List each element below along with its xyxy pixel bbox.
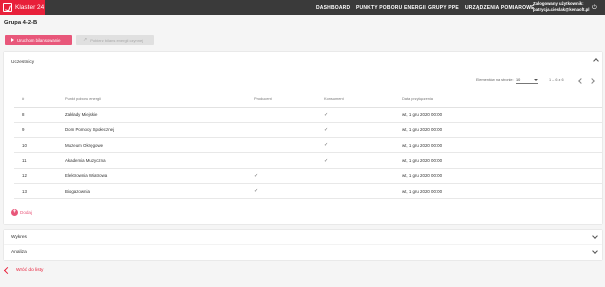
- download-balance-button[interactable]: ↗ Pobierz bilans energii czynnej: [76, 35, 154, 45]
- table-row[interactable]: 9 Dom Pomocy Społecznej ✓ wt, 1 gru 2020…: [14, 122, 602, 139]
- back-to-list-label: Wróć do listy: [16, 268, 44, 273]
- cell-date: wt, 1 gru 2020 00:00: [402, 122, 602, 139]
- cell-id: 8: [14, 107, 57, 123]
- cell-date: wt, 1 gru 2020 00:00: [402, 152, 602, 169]
- column-header-producer[interactable]: Producent: [254, 91, 324, 108]
- cell-date: wt, 1 gru 2020 00:00: [402, 183, 602, 200]
- cell-name: Biogazownia: [57, 183, 254, 200]
- nav-ppe-groups[interactable]: GRUPY PPE: [428, 0, 459, 15]
- cell-producer: [254, 152, 324, 169]
- table-header-row: # Punkt poboru energii Producent Konsume…: [14, 91, 602, 108]
- cell-name: Zakłady Miejskie: [57, 107, 254, 123]
- cell-id: 13: [14, 183, 57, 200]
- chevron-down-icon: [534, 79, 538, 81]
- cell-producer: [254, 137, 324, 154]
- cell-id: 9: [14, 122, 57, 139]
- chart-panel-title: Wykres: [11, 235, 27, 240]
- user-label: Zalogowany użytkownik:: [533, 1, 584, 6]
- cell-date: wt, 1 gru 2020 00:00: [402, 168, 602, 184]
- nav-metering-devices[interactable]: URZĄDZENIA POMIAROWE: [465, 0, 535, 15]
- cell-consumer: [324, 168, 402, 184]
- chevron-down-icon: [592, 248, 598, 254]
- participants-panel-title[interactable]: Uczestnicy: [11, 60, 34, 65]
- plus-circle-icon: +: [11, 209, 18, 216]
- table-row[interactable]: 8 Zakłady Miejskie ✓ wt, 1 gru 2020 00:0…: [14, 107, 602, 123]
- add-participant-button[interactable]: + Dodaj: [11, 209, 32, 216]
- cell-name: Elektrownia Wiatrowa: [57, 168, 254, 184]
- column-header-point[interactable]: Punkt poboru energii: [57, 91, 254, 108]
- cell-consumer: [324, 183, 402, 200]
- user-email: patrycja.cieslak@kenaoft.pl: [533, 6, 590, 12]
- nav-energy-points[interactable]: PUNKTY POBORU ENERGII: [356, 0, 426, 15]
- user-info: Zalogowany użytkownik: patrycja.cieslak@…: [533, 1, 590, 12]
- cell-id: 11: [14, 152, 57, 169]
- chevron-left-icon: [3, 266, 12, 275]
- page-size-label: Elementów na stronie:: [476, 78, 514, 82]
- column-header-date[interactable]: Data przyłączenia: [402, 91, 602, 108]
- cell-name: Muzeum Okręgowe: [57, 137, 254, 154]
- participants-table: # Punkt poboru energii Producent Konsume…: [14, 91, 602, 200]
- cell-producer: ✓: [254, 183, 324, 200]
- back-to-list-link[interactable]: Wróć do listy: [3, 266, 44, 275]
- table-row[interactable]: 12 Elektrownia Wiatrowa ✓ wt, 1 gru 2020…: [14, 168, 602, 184]
- previous-page-icon[interactable]: [578, 78, 584, 84]
- cell-date: wt, 1 gru 2020 00:00: [402, 107, 602, 123]
- page-size-value: 10: [516, 78, 521, 82]
- analysis-panel-title: Analiza: [11, 250, 27, 255]
- column-header-consumer[interactable]: Konsument: [324, 91, 402, 108]
- run-balancing-button[interactable]: Uruchom bilansowanie: [5, 35, 72, 45]
- brand-logo[interactable]: Klaster 24: [0, 0, 45, 15]
- table-row[interactable]: 11 Akademia Muzyczna ✓ wt, 1 gru 2020 00…: [14, 152, 602, 169]
- cell-consumer: ✓: [324, 152, 402, 169]
- cell-id: 12: [14, 168, 57, 184]
- cell-date: wt, 1 gru 2020 00:00: [402, 137, 602, 154]
- cell-consumer: ✓: [324, 122, 402, 139]
- play-icon: [11, 38, 14, 42]
- chevron-up-icon[interactable]: [593, 58, 599, 64]
- page-title: Grupa 4-2-B: [4, 20, 38, 26]
- download-balance-label: Pobierz bilans energii czynnej: [90, 37, 144, 43]
- run-balancing-label: Uruchom bilansowanie: [17, 37, 61, 43]
- add-participant-label: Dodaj: [20, 210, 33, 215]
- table-row[interactable]: 10 Muzeum Okręgowe ✓ wt, 1 gru 2020 00:0…: [14, 137, 602, 154]
- cell-name: Dom Pomocy Społecznej: [57, 122, 254, 139]
- top-bar: Klaster 24 DASHBOARD PUNKTY POBORU ENERG…: [0, 0, 605, 15]
- page-range: 1 – 6 z 6: [549, 78, 564, 82]
- analysis-panel[interactable]: Analiza: [4, 245, 602, 260]
- logo-icon: [3, 3, 12, 12]
- arrow-up-right-icon: ↗: [83, 37, 88, 43]
- column-header-id[interactable]: #: [14, 91, 57, 108]
- table-row[interactable]: 13 Biogazownia ✓ wt, 1 gru 2020 00:00: [14, 183, 602, 200]
- cell-consumer: ✓: [324, 107, 402, 123]
- brand-name: Klaster 24: [15, 4, 45, 11]
- nav-dashboard[interactable]: DASHBOARD: [316, 0, 350, 15]
- chevron-down-icon: [592, 233, 598, 239]
- cell-name: Akademia Muzyczna: [57, 152, 254, 169]
- cell-id: 10: [14, 137, 57, 154]
- chart-panel[interactable]: Wykres: [4, 230, 602, 245]
- participants-panel: Uczestnicy Elementów na stronie: 10 1 – …: [4, 52, 602, 224]
- logout-icon[interactable]: ⏻: [592, 5, 597, 12]
- cell-producer: ✓: [254, 168, 324, 184]
- cell-consumer: ✓: [324, 137, 402, 154]
- next-page-icon[interactable]: [589, 78, 595, 84]
- cell-producer: [254, 107, 324, 123]
- cell-producer: [254, 122, 324, 139]
- page-size-select[interactable]: 10: [516, 78, 538, 84]
